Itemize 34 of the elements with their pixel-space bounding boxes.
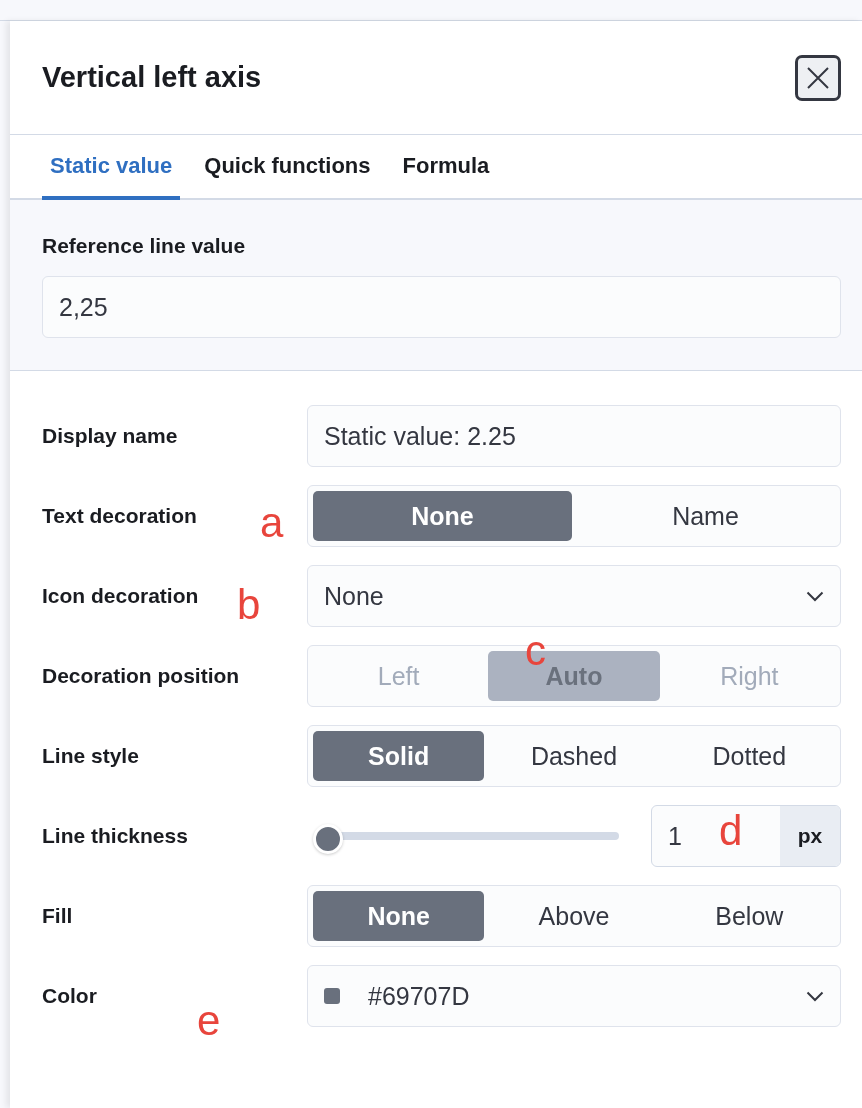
slider-thumb[interactable] <box>313 824 343 854</box>
field-label: Text decoration <box>42 504 197 528</box>
field-label: Color <box>42 984 97 1008</box>
annotation-letter: d <box>719 810 743 852</box>
option-button[interactable]: Solid <box>313 731 485 781</box>
annotation-letter: e <box>197 1000 221 1042</box>
field-label: Reference line value <box>42 234 246 258</box>
field-label: Decoration position <box>42 664 240 688</box>
tab[interactable]: Formula <box>394 135 498 200</box>
select-field[interactable]: None <box>307 565 841 627</box>
field-label: Line style <box>42 744 139 768</box>
input-field[interactable]: 2,25 <box>42 276 841 338</box>
panel-title: Vertical left axis <box>42 61 262 94</box>
close-button[interactable] <box>795 54 841 101</box>
chevron-down-icon <box>806 990 824 1002</box>
color-value: #69707D <box>368 981 470 1011</box>
option-button[interactable]: Dashed <box>488 731 660 781</box>
field-label: Display name <box>42 424 178 448</box>
field-label: Line thickness <box>42 824 188 848</box>
annotation-letter: b <box>237 584 261 626</box>
close-icon <box>806 65 830 90</box>
option-button[interactable]: Name <box>576 491 835 541</box>
option-button[interactable]: Dotted <box>663 731 835 781</box>
tab[interactable]: Quick functions <box>196 135 379 200</box>
chevron-down-icon <box>806 590 824 602</box>
field-label: Icon decoration <box>42 584 199 608</box>
option-button[interactable]: None <box>313 491 572 541</box>
option-button[interactable]: Above <box>488 891 660 941</box>
field-label: Fill <box>42 904 73 928</box>
annotation-letter: a <box>260 502 284 544</box>
color-select[interactable]: #69707D <box>307 965 841 1027</box>
option-button[interactable]: None <box>313 891 485 941</box>
input-field[interactable]: Static value: 2.25 <box>307 405 841 467</box>
option-button[interactable]: Below <box>663 891 835 941</box>
